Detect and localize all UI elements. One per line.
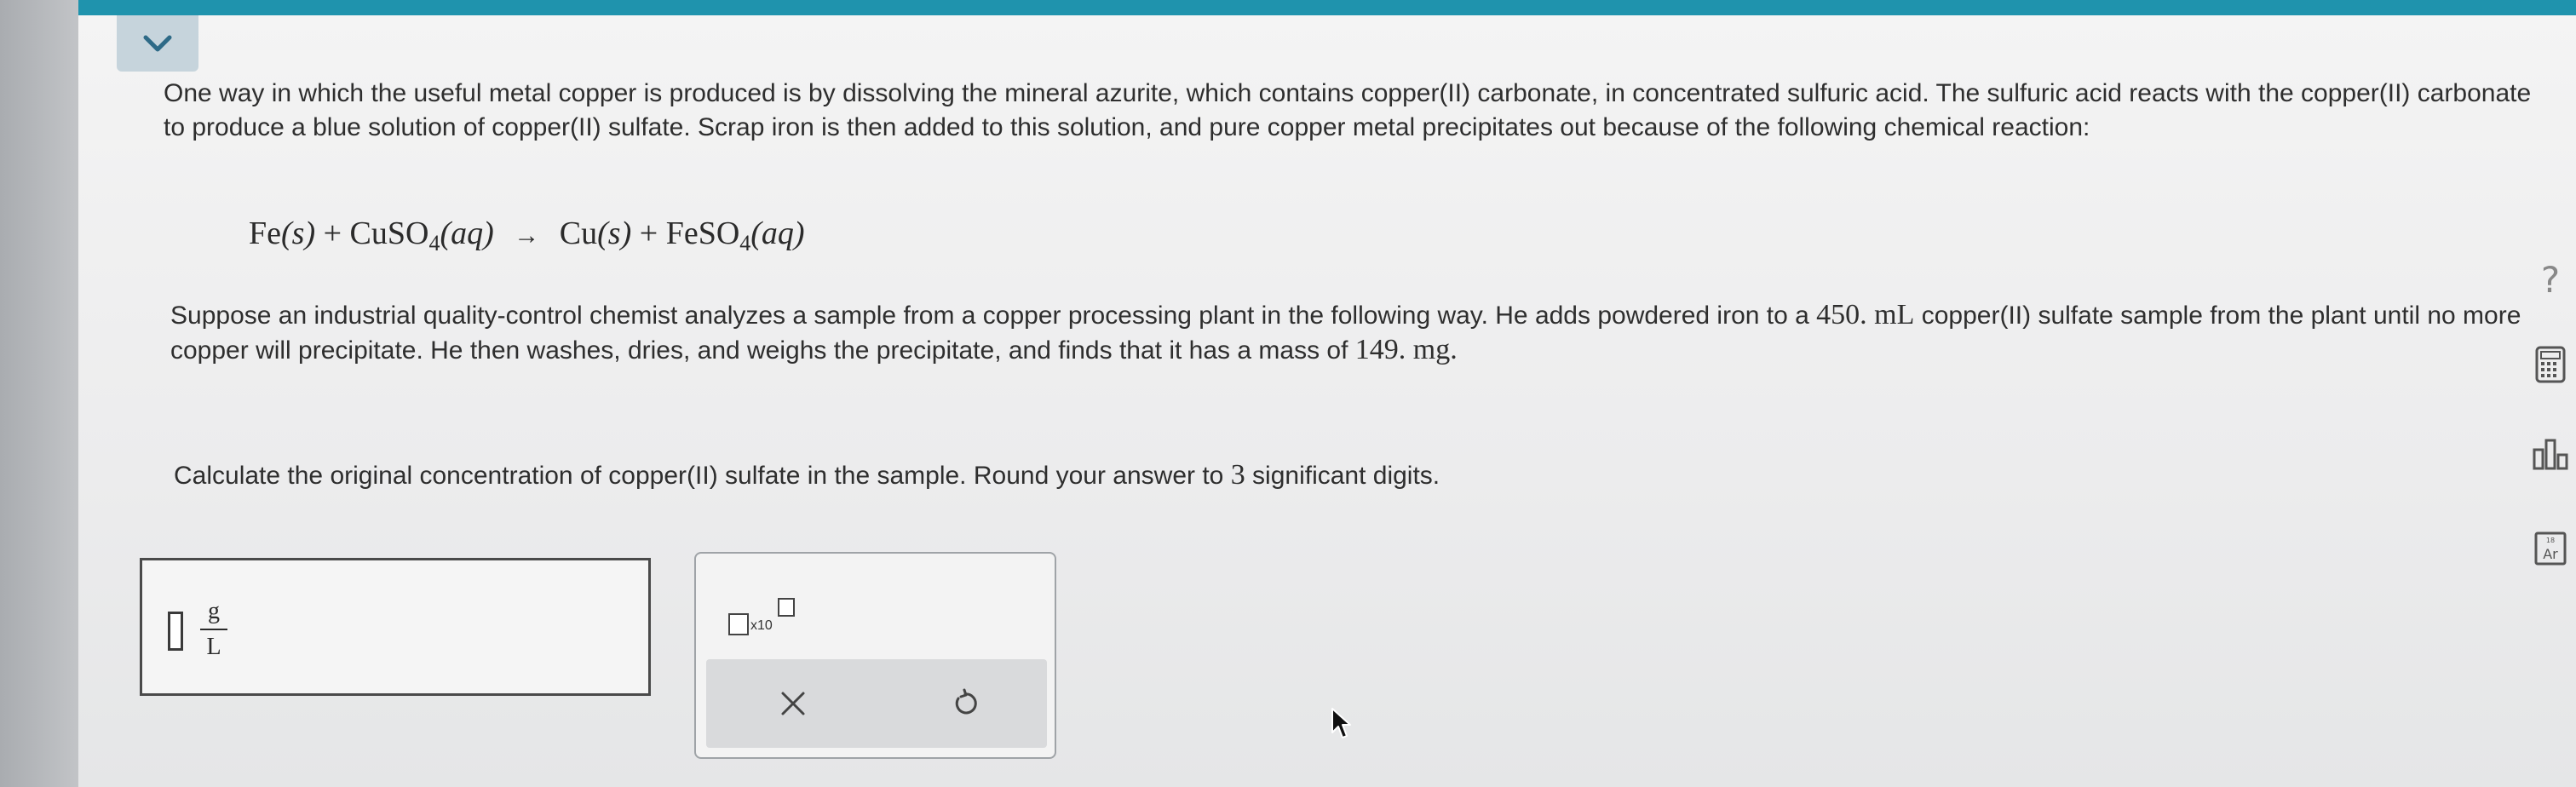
eq-product-2-sub: 4 xyxy=(739,231,751,256)
eq-arrow: → xyxy=(514,221,540,250)
calculator-icon xyxy=(2535,346,2566,383)
chemical-equation: Fe(s) + CuSO4(aq) → Cu(s) + FeSO4(aq) xyxy=(249,215,805,256)
fraction-bar xyxy=(200,629,227,630)
question-intro: One way in which the useful metal copper… xyxy=(164,79,2532,141)
eq-product-1: Cu xyxy=(559,215,598,251)
clear-button[interactable] xyxy=(766,676,820,731)
instruction-text-2: significant digits. xyxy=(1252,462,1440,490)
eq-product-2-state: (aq) xyxy=(750,215,805,251)
svg-text:Ar: Ar xyxy=(2543,546,2558,562)
help-icon: ? xyxy=(2540,258,2561,301)
question-scenario: Suppose an industrial quality-control ch… xyxy=(170,298,2556,368)
data-chart-button[interactable] xyxy=(2532,436,2569,474)
chevron-down-icon xyxy=(143,35,172,52)
scenario-end: . xyxy=(1450,334,1458,365)
times-icon xyxy=(781,692,805,715)
periodic-table-button[interactable]: 18 Ar xyxy=(2532,530,2569,567)
eq-reactant-2: CuSO xyxy=(349,215,429,251)
unit-numerator: g xyxy=(208,598,220,624)
sample-volume: 450. mL xyxy=(1816,299,1915,330)
action-bar xyxy=(706,659,1047,748)
help-button[interactable]: ? xyxy=(2532,258,2569,301)
sci-exponent-box xyxy=(778,598,795,617)
eq-plus: + xyxy=(639,215,658,251)
sci-base-box xyxy=(728,613,749,635)
instruction-text-1: Calculate the original concentration of … xyxy=(174,462,1224,490)
sci-x10-label: x10 xyxy=(750,618,773,633)
data-chart-icon xyxy=(2533,439,2568,470)
mouse-pointer-icon xyxy=(1331,708,1351,738)
scientific-notation-button[interactable]: x10 xyxy=(722,588,798,639)
eq-product-2: FeSO xyxy=(665,215,740,251)
periodic-table-icon: 18 Ar xyxy=(2534,531,2567,566)
eq-reactant-2-state: (aq) xyxy=(440,215,494,251)
eq-reactant-2-sub: 4 xyxy=(428,231,440,256)
unit-denominator: L xyxy=(206,634,221,660)
eq-reactant-1-state: (s) xyxy=(281,215,316,251)
undo-icon xyxy=(955,688,977,715)
svg-text:18: 18 xyxy=(2546,537,2555,544)
answer-input-box[interactable]: g L xyxy=(140,558,651,696)
answer-value-slot[interactable] xyxy=(168,612,183,651)
left-rail xyxy=(0,0,78,787)
eq-plus: + xyxy=(323,215,342,251)
top-bar xyxy=(78,0,2576,15)
eq-reactant-1: Fe xyxy=(249,215,281,251)
side-toolbar: ? 18 Ar xyxy=(2523,0,2576,787)
calculator-button[interactable] xyxy=(2532,346,2569,383)
eq-product-1-state: (s) xyxy=(597,215,632,251)
question-instruction: Calculate the original concentration of … xyxy=(174,458,2559,493)
undo-button[interactable] xyxy=(938,676,992,731)
scenario-text-1: Suppose an industrial quality-control ch… xyxy=(170,302,1809,330)
precipitate-mass: 149. mg xyxy=(1354,334,1451,365)
sig-digits: 3 xyxy=(1230,459,1245,491)
collapse-toggle-button[interactable] xyxy=(117,15,198,72)
answer-unit: g L xyxy=(197,598,231,661)
math-tool-panel: x10 xyxy=(694,552,1056,759)
